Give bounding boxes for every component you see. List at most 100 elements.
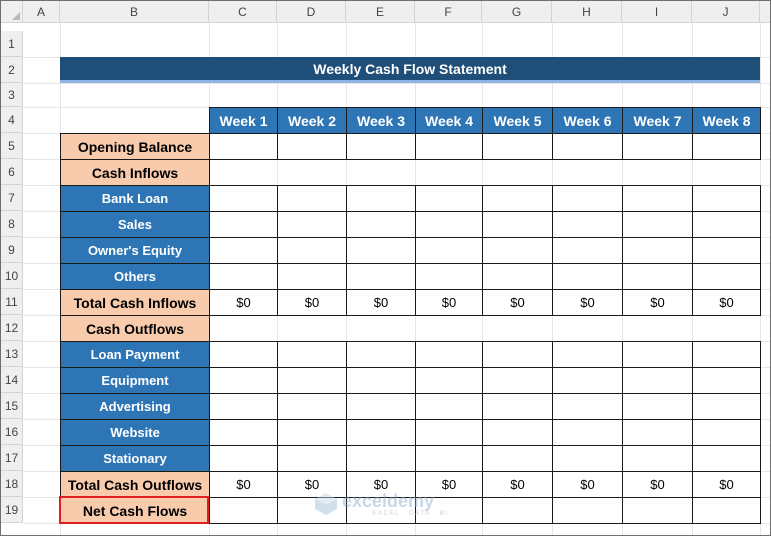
row-header-2[interactable]: 2 (1, 57, 23, 83)
label-total-cash-outflows[interactable]: Total Cash Outflows (60, 471, 210, 498)
column-header-b[interactable]: B (60, 1, 209, 23)
data-cell[interactable] (482, 419, 553, 446)
row-header-13[interactable]: 13 (1, 341, 23, 367)
total-inflows-cell[interactable]: $0 (209, 289, 278, 316)
week-header-1[interactable]: Week 1 (209, 107, 278, 134)
data-cell[interactable] (209, 263, 278, 290)
data-cell[interactable] (277, 133, 347, 160)
data-cell[interactable] (346, 367, 416, 394)
data-cell[interactable] (415, 341, 483, 368)
data-cell[interactable] (209, 185, 278, 212)
column-header-h[interactable]: H (552, 1, 622, 23)
row-header-15[interactable]: 15 (1, 393, 23, 419)
data-cell[interactable] (622, 263, 693, 290)
row-header-17[interactable]: 17 (1, 445, 23, 471)
data-cell[interactable] (277, 419, 347, 446)
data-cell[interactable] (552, 393, 623, 420)
label-stationary[interactable]: Stationary (60, 445, 210, 472)
week-header-3[interactable]: Week 3 (346, 107, 416, 134)
label-website[interactable]: Website (60, 419, 210, 446)
data-cell[interactable] (209, 133, 278, 160)
data-cell[interactable] (209, 497, 278, 524)
week-header-5[interactable]: Week 5 (482, 107, 553, 134)
data-cell[interactable] (622, 341, 693, 368)
data-cell[interactable] (692, 445, 761, 472)
label-others[interactable]: Others (60, 263, 210, 290)
total-outflows-cell[interactable]: $0 (277, 471, 347, 498)
row-header-3[interactable]: 3 (1, 83, 23, 107)
row-header-5[interactable]: 5 (1, 133, 23, 159)
data-cell[interactable] (346, 419, 416, 446)
total-inflows-cell[interactable]: $0 (415, 289, 483, 316)
data-cell[interactable] (277, 185, 347, 212)
data-cell[interactable] (622, 445, 693, 472)
data-cell[interactable] (346, 393, 416, 420)
data-cell[interactable] (346, 237, 416, 264)
week-header-6[interactable]: Week 6 (552, 107, 623, 134)
label-bank-loan[interactable]: Bank Loan (60, 185, 210, 212)
data-cell[interactable] (482, 393, 553, 420)
data-cell[interactable] (277, 237, 347, 264)
total-inflows-cell[interactable]: $0 (622, 289, 693, 316)
total-inflows-cell[interactable]: $0 (552, 289, 623, 316)
data-cell[interactable] (692, 367, 761, 394)
row-header-14[interactable]: 14 (1, 367, 23, 393)
data-cell[interactable] (552, 133, 623, 160)
data-cell[interactable] (692, 237, 761, 264)
data-cell[interactable] (622, 393, 693, 420)
data-cell[interactable] (552, 341, 623, 368)
row-header-4[interactable]: 4 (1, 107, 23, 133)
data-cell[interactable] (482, 497, 553, 524)
data-cell[interactable] (482, 263, 553, 290)
total-outflows-cell[interactable]: $0 (482, 471, 553, 498)
data-cell[interactable] (415, 367, 483, 394)
column-header-i[interactable]: I (622, 1, 692, 23)
label-opening-balance[interactable]: Opening Balance (60, 133, 210, 160)
data-cell[interactable] (692, 133, 761, 160)
data-cell[interactable] (552, 445, 623, 472)
total-inflows-cell[interactable]: $0 (346, 289, 416, 316)
total-inflows-cell[interactable]: $0 (277, 289, 347, 316)
data-cell[interactable] (209, 341, 278, 368)
data-cell[interactable] (415, 393, 483, 420)
data-cell[interactable] (415, 185, 483, 212)
total-outflows-cell[interactable]: $0 (415, 471, 483, 498)
column-header-e[interactable]: E (346, 1, 415, 23)
row-header-11[interactable]: 11 (1, 289, 23, 315)
data-cell[interactable] (277, 445, 347, 472)
data-cell[interactable] (552, 185, 623, 212)
column-header-c[interactable]: C (209, 1, 277, 23)
data-cell[interactable] (346, 211, 416, 238)
data-cell[interactable] (692, 185, 761, 212)
data-cell[interactable] (622, 211, 693, 238)
data-cell[interactable] (277, 211, 347, 238)
label-cash-outflows[interactable]: Cash Outflows (60, 315, 210, 342)
total-outflows-cell[interactable]: $0 (346, 471, 416, 498)
data-cell[interactable] (415, 133, 483, 160)
data-cell[interactable] (482, 133, 553, 160)
data-cell[interactable] (346, 263, 416, 290)
column-header-j[interactable]: J (692, 1, 760, 23)
total-inflows-cell[interactable]: $0 (692, 289, 761, 316)
data-cell[interactable] (415, 263, 483, 290)
data-cell[interactable] (622, 497, 693, 524)
data-cell[interactable] (277, 263, 347, 290)
data-cell[interactable] (415, 419, 483, 446)
data-cell[interactable] (346, 133, 416, 160)
label-equipment[interactable]: Equipment (60, 367, 210, 394)
data-cell[interactable] (277, 393, 347, 420)
data-cell[interactable] (415, 445, 483, 472)
data-cell[interactable] (482, 367, 553, 394)
label-advertising[interactable]: Advertising (60, 393, 210, 420)
data-cell[interactable] (277, 367, 347, 394)
data-cell[interactable] (415, 211, 483, 238)
row-header-10[interactable]: 10 (1, 263, 23, 289)
data-cell[interactable] (482, 211, 553, 238)
data-cell[interactable] (277, 497, 347, 524)
row-header-6[interactable]: 6 (1, 159, 23, 185)
data-cell[interactable] (552, 237, 623, 264)
data-cell[interactable] (346, 341, 416, 368)
data-cell[interactable] (209, 237, 278, 264)
data-cell[interactable] (552, 211, 623, 238)
data-cell[interactable] (552, 497, 623, 524)
